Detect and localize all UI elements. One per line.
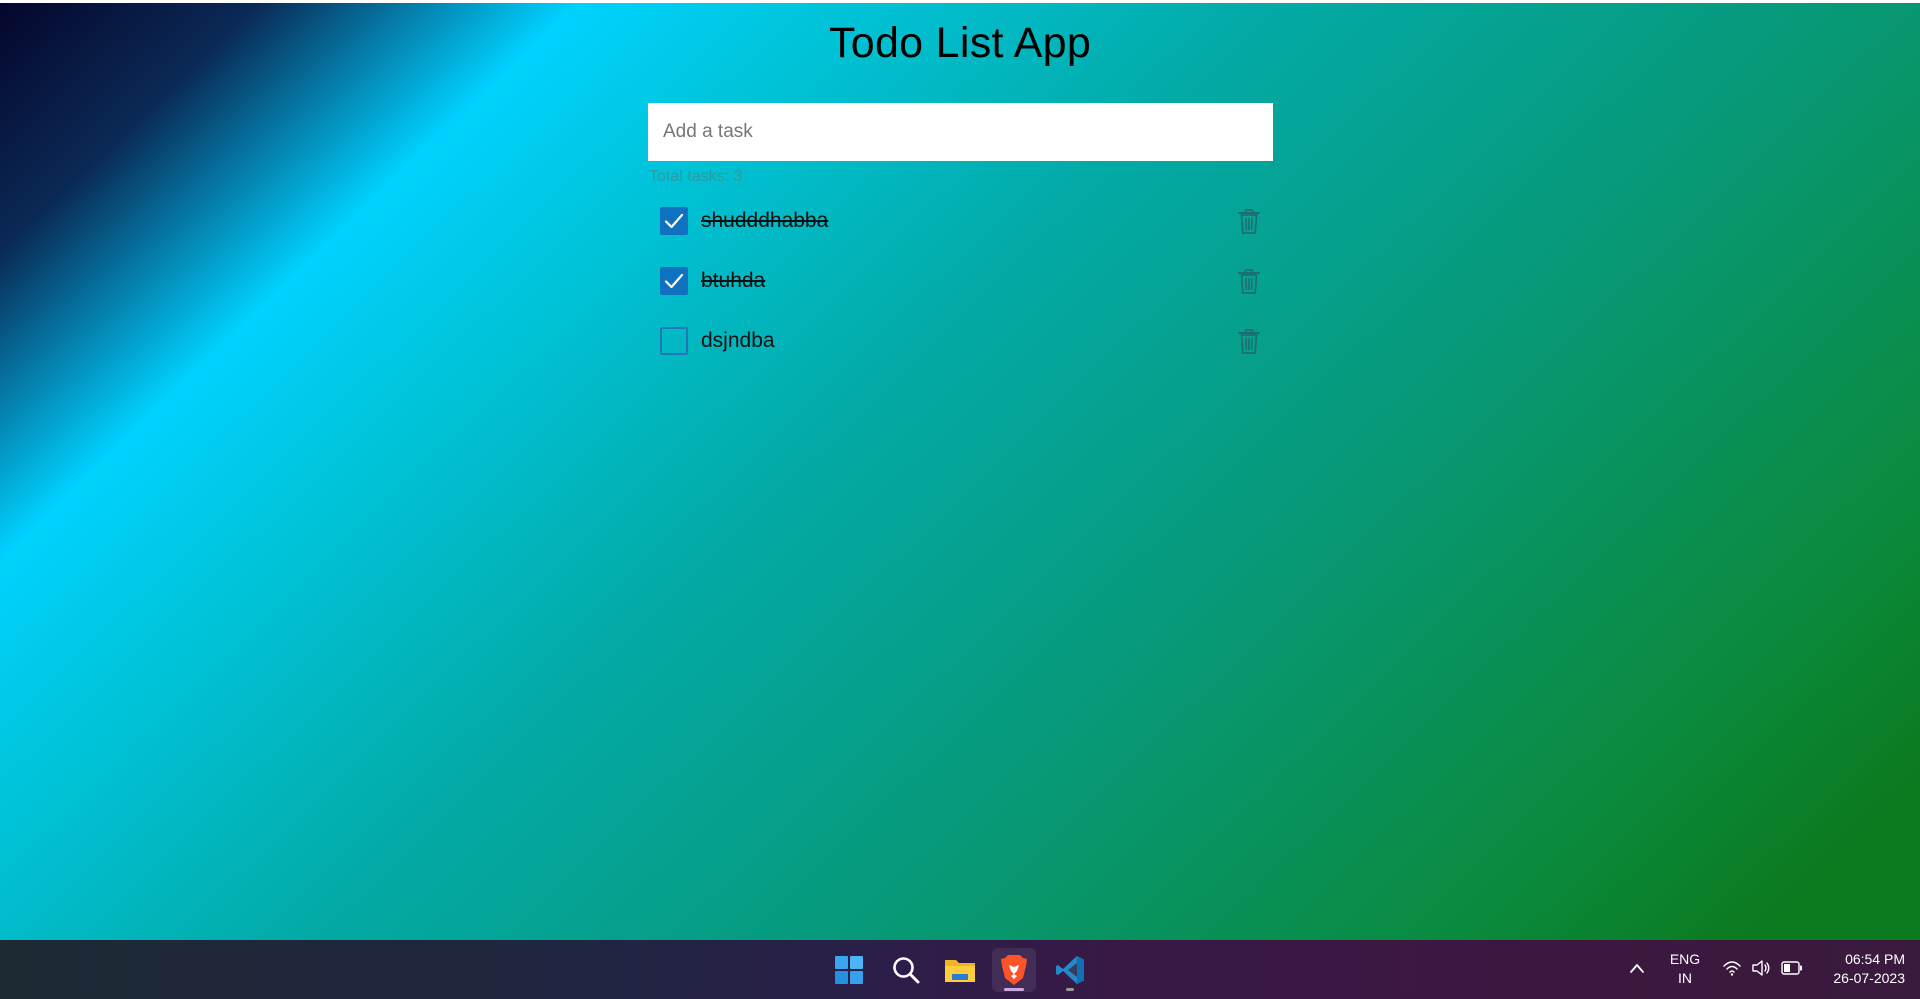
trash-icon[interactable] — [1237, 329, 1261, 355]
task-checkbox[interactable] — [660, 267, 688, 295]
task-checkbox[interactable] — [660, 207, 688, 235]
battery-icon[interactable] — [1781, 961, 1803, 975]
language-indicator[interactable]: ENG IN — [1664, 950, 1706, 988]
check-icon — [664, 273, 684, 289]
vscode-icon — [1056, 956, 1084, 984]
brave-browser-icon — [1001, 955, 1027, 985]
clock-date: 26-07-2023 — [1833, 970, 1905, 986]
start-button[interactable] — [827, 948, 871, 992]
task-text: dsjndba — [701, 329, 775, 352]
screen: Todo List App Total tasks: 3 shudddhabba — [0, 0, 1920, 999]
total-tasks-label: Total tasks: 3 — [649, 168, 743, 185]
task-text: btuhda — [701, 269, 766, 292]
brave-browser-button[interactable] — [992, 948, 1036, 992]
trash-icon[interactable] — [1237, 269, 1261, 295]
start-icon — [835, 956, 863, 984]
chevron-up-icon[interactable] — [1629, 962, 1645, 974]
task-text: shudddhabba — [701, 209, 829, 232]
file-explorer-button[interactable] — [938, 948, 982, 992]
wifi-icon[interactable] — [1722, 959, 1742, 977]
task-item: shudddhabba — [648, 189, 1273, 249]
language-code: ENG — [1669, 951, 1701, 967]
volume-icon[interactable] — [1751, 959, 1771, 977]
trash-icon[interactable] — [1237, 209, 1261, 235]
file-explorer-icon — [945, 960, 975, 982]
clock[interactable]: 06:54 PM 26-07-2023 — [1815, 950, 1905, 988]
running-app-indicator — [1066, 988, 1074, 991]
region-code: IN — [1678, 970, 1692, 986]
task-list: shudddhabba btuhda dsjndba — [648, 189, 1273, 369]
task-checkbox[interactable] — [660, 327, 688, 355]
search-icon — [893, 957, 920, 984]
taskbar: ENG IN 06:54 PM 26-07-2023 — [0, 940, 1920, 999]
check-icon — [664, 213, 684, 229]
task-item: dsjndba — [648, 309, 1273, 369]
search-button[interactable] — [884, 948, 928, 992]
app-background: Todo List App Total tasks: 3 shudddhabba — [0, 3, 1920, 940]
add-task-input[interactable] — [648, 103, 1273, 161]
clock-time: 06:54 PM — [1845, 951, 1905, 967]
app-title: Todo List App — [828, 19, 1092, 67]
vscode-button[interactable] — [1048, 948, 1092, 992]
task-item: btuhda — [648, 249, 1273, 309]
active-app-indicator — [1004, 988, 1024, 991]
